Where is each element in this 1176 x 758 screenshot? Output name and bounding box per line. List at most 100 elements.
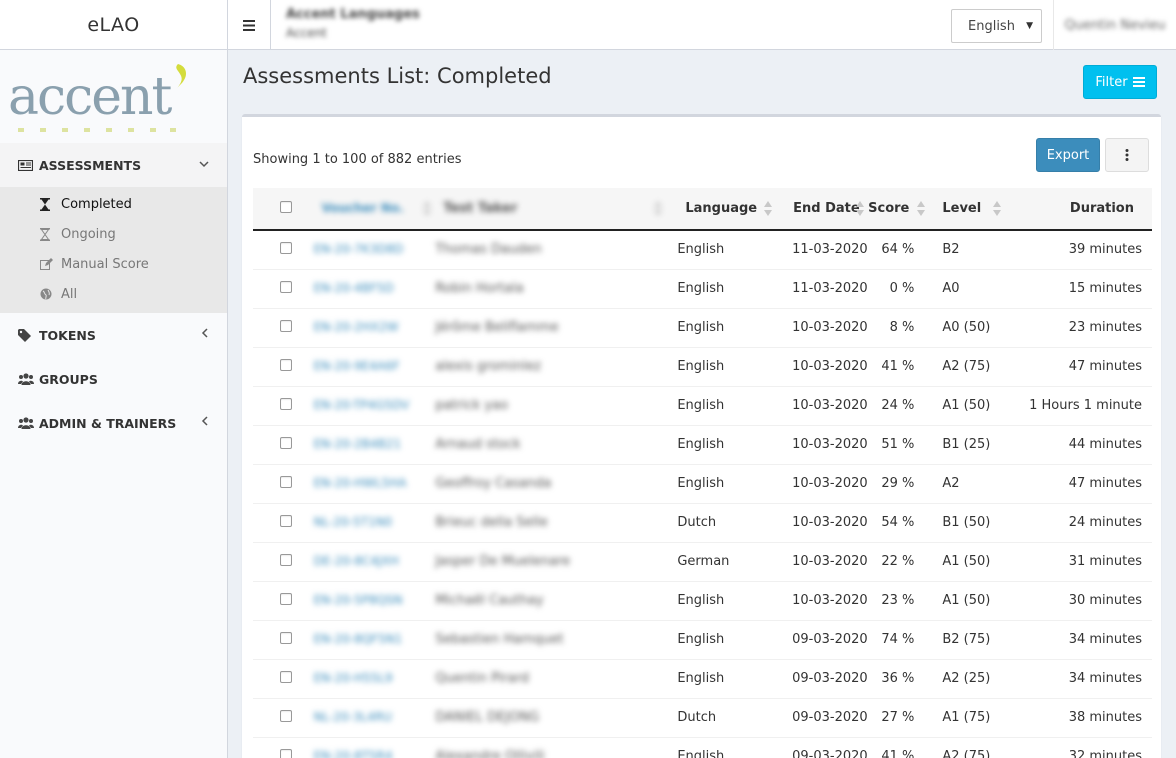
sidebar-item-assessments[interactable]: ASSESSMENTS [0, 143, 227, 187]
column-header-duration[interactable]: Duration [1005, 188, 1152, 231]
row-checkbox[interactable] [280, 748, 293, 758]
vertical-ellipsis-icon [1125, 149, 1129, 161]
user-menu[interactable]: Quentin Nevieu [1053, 0, 1176, 50]
test-taker-name: Jérôme Beliflamme [435, 320, 559, 335]
score-cell: 22 % [881, 554, 915, 569]
export-button[interactable]: Export [1036, 138, 1100, 172]
sidebar-item-all[interactable]: All [0, 279, 227, 309]
voucher-link[interactable]: NL-20-3L4RU [314, 710, 392, 724]
voucher-link[interactable]: EN-20-8T5R4 [314, 749, 393, 758]
sidebar-item-admin-trainers[interactable]: ADMIN & TRAINERS [0, 401, 227, 445]
assessments-box: Showing 1 to 100 of 882 entries Export V… [242, 114, 1161, 758]
column-header-language[interactable]: Language [666, 188, 777, 231]
column-header-test-taker[interactable]: Test Taker [435, 188, 667, 231]
level-cell: A0 [942, 281, 960, 296]
column-header-score[interactable]: Score [868, 188, 930, 231]
table-row[interactable]: EN-20-4BF5D Robin Hortala English 11-03-202… [253, 269, 1152, 308]
table-row[interactable]: EN-20-7K3D8D Thomas Dauden English 11-03-20… [253, 230, 1152, 269]
row-checkbox[interactable] [280, 631, 293, 644]
table-row[interactable]: EN-20-H55L9 Quentin Pirard English 09-03-20… [253, 659, 1152, 698]
voucher-link[interactable]: EN-20-5P8QSN [314, 593, 403, 607]
sidebar-item-completed[interactable]: Completed [0, 189, 227, 219]
sidebar-toggle-button[interactable] [228, 0, 271, 50]
row-checkbox[interactable] [280, 670, 293, 683]
row-checkbox[interactable] [280, 475, 293, 488]
row-checkbox[interactable] [280, 397, 293, 410]
voucher-link[interactable]: EN-20-7K3D8D [314, 242, 404, 256]
column-header-voucher[interactable]: Voucher No. [311, 188, 436, 231]
language-cell: English [677, 359, 725, 374]
language-cell: German [677, 554, 730, 569]
test-taker-cell: Arnaud stock [435, 425, 666, 464]
voucher-cell: EN-20-2HX2W [312, 308, 436, 347]
row-checkbox[interactable] [280, 358, 293, 371]
row-checkbox[interactable] [280, 241, 293, 254]
row-checkbox[interactable] [280, 709, 293, 722]
sidebar-item-tokens[interactable]: TOKENS [0, 313, 227, 357]
row-checkbox[interactable] [280, 436, 293, 449]
voucher-link[interactable]: EN-20-H55L9 [314, 671, 393, 685]
level-cell: A1 (75) [942, 710, 991, 725]
row-checkbox[interactable] [280, 592, 293, 605]
voucher-link[interactable]: EN-20-2HX2W [314, 320, 399, 334]
test-taker-name: Jasper De Muelenare [435, 554, 571, 569]
table-row[interactable]: NL-20-3L4RU DANIEL DEJONG Dutch 09-03-2020 2… [253, 698, 1152, 737]
voucher-link[interactable]: EN-20-4BF5D [314, 281, 394, 295]
table-row[interactable]: EN-20-2HX2W Jérôme Beliflamme English 10-03… [253, 308, 1152, 347]
end-date-cell: 10-03-2020 [792, 437, 868, 452]
filter-button-label: Filter [1095, 74, 1128, 90]
language-select[interactable]: English ▼ [951, 9, 1042, 43]
voucher-cell: EN-20-H55L9 [312, 659, 436, 698]
row-checkbox[interactable] [280, 280, 293, 293]
sidebar-item-groups[interactable]: GROUPS [0, 357, 227, 401]
row-select-cell [253, 698, 312, 737]
duration-cell: 32 minutes [1068, 749, 1142, 758]
voucher-link[interactable]: EN-20-TP4G5DV [314, 398, 410, 412]
language-cell: English [677, 281, 725, 296]
voucher-link[interactable]: EN-20-9E4A6F [314, 359, 400, 373]
edit-icon [40, 258, 61, 270]
score-cell: 23 % [881, 593, 915, 608]
select-all-checkbox[interactable] [280, 200, 293, 213]
row-checkbox[interactable] [280, 553, 293, 566]
voucher-link[interactable]: DE-20-8C4JXH [314, 554, 399, 568]
brand-logo-text[interactable]: eLAO [0, 0, 228, 50]
voucher-cell: NL-20-3L4RU [312, 698, 436, 737]
voucher-link[interactable]: EN-20-HWL5HA [314, 476, 407, 490]
test-taker-cell: DANIEL DEJONG [435, 698, 666, 737]
voucher-link[interactable]: EN-20-8QF5N1 [314, 632, 403, 646]
table-row[interactable]: EN-20-5P8QSN Michaël Cauthay English 10-03-… [253, 581, 1152, 620]
row-checkbox[interactable] [280, 514, 293, 527]
row-select-cell [253, 737, 312, 758]
table-row[interactable]: DE-20-8C4JXH Jasper De Muelenare German 10-… [253, 542, 1152, 581]
end-date-cell: 10-03-2020 [792, 398, 868, 413]
table-row[interactable]: EN-20-2B4B21 Arnaud stock English 10-03-202… [253, 425, 1152, 464]
row-select-cell [253, 308, 312, 347]
hourglass-icon [40, 197, 61, 211]
language-cell: English [677, 320, 725, 335]
page-title: Assessments List: Completed [243, 64, 552, 88]
table-row[interactable]: EN-20-HWL5HA Geoffroy Casanda English 10-03… [253, 464, 1152, 503]
table-row[interactable]: EN-20-TP4G5DV patrick yao English 10-03-202… [253, 386, 1152, 425]
users-icon [18, 373, 36, 385]
voucher-link[interactable]: EN-20-2B4B21 [314, 437, 402, 451]
table-row[interactable]: EN-20-8QF5N1 Sebastien Hamquet English 09-0… [253, 620, 1152, 659]
filter-button[interactable]: Filter [1083, 65, 1157, 99]
end-date-cell: 11-03-2020 [792, 281, 868, 296]
voucher-link[interactable]: NL-20-5T1N0 [314, 515, 393, 529]
sidebar-item-ongoing[interactable]: Ongoing [0, 219, 227, 249]
more-options-button[interactable] [1105, 138, 1149, 172]
score-cell: 51 % [881, 437, 915, 452]
table-row[interactable]: NL-20-5T1N0 Brieuc della Selle Dutch 10-03-… [253, 503, 1152, 542]
end-date-cell: 10-03-2020 [792, 515, 868, 530]
table-row[interactable]: EN-20-8T5R4 Alexandre Ollivili English 09-0… [253, 737, 1152, 758]
sidebar-item-manual-score[interactable]: Manual Score [0, 249, 227, 279]
end-date-cell: 09-03-2020 [792, 749, 868, 758]
duration-cell: 34 minutes [1068, 632, 1142, 647]
row-checkbox[interactable] [280, 319, 293, 332]
level-cell: A1 (50) [942, 554, 991, 569]
score-cell: 0 % [889, 281, 915, 296]
column-header-level[interactable]: Level [929, 188, 1006, 231]
table-row[interactable]: EN-20-9E4A6F alexis grominlez English 10-03… [253, 347, 1152, 386]
column-header-end-date[interactable]: End Date [776, 188, 869, 231]
